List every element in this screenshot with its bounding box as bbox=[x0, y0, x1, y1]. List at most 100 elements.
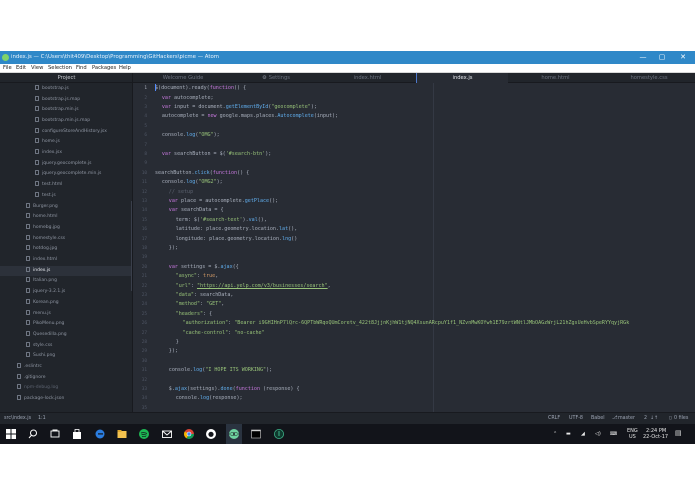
tree-item[interactable]: index.jsx bbox=[35, 148, 62, 159]
chrome-browser-icon[interactable] bbox=[183, 428, 195, 440]
menu-help[interactable]: Help bbox=[119, 64, 131, 73]
tree-item[interactable]: Italian.png bbox=[26, 276, 57, 287]
menu-view[interactable]: View bbox=[31, 64, 43, 73]
code-line[interactable]: var searchButton = $('#search-btn'); bbox=[162, 150, 271, 159]
code-line[interactable]: var autocomplete; bbox=[162, 94, 214, 103]
tree-item[interactable]: bootstrap.min.js.map bbox=[35, 116, 90, 127]
tray-network-icon[interactable]: ▬ bbox=[566, 431, 571, 437]
code-line[interactable]: longitude: place.geometry.location.lng() bbox=[176, 235, 298, 244]
tree-item[interactable]: jquery.geocomplete.js bbox=[35, 159, 91, 170]
tree-item[interactable]: jquery-3.2.1.js bbox=[26, 287, 65, 298]
code-line[interactable]: console.log(response); bbox=[176, 394, 243, 403]
code-line[interactable]: "method": "GET", bbox=[176, 300, 225, 309]
tree-item[interactable]: menu.js bbox=[26, 309, 51, 320]
minimize-button[interactable]: — bbox=[633, 51, 653, 64]
tree-item[interactable]: test.html bbox=[35, 180, 62, 191]
mail-icon[interactable] bbox=[161, 428, 173, 440]
file-icon bbox=[26, 320, 30, 326]
tree-item[interactable]: Korean.png bbox=[26, 298, 59, 309]
tree-item[interactable]: style.css bbox=[26, 341, 52, 352]
tree-item[interactable]: hotdog.jpg bbox=[26, 244, 57, 255]
code-line[interactable]: "async": true, bbox=[176, 272, 219, 281]
code-line[interactable]: var settings = $.ajax({ bbox=[169, 263, 239, 272]
tab-index-html[interactable]: index.html bbox=[319, 73, 416, 83]
tab-settings[interactable]: ⚙ Settings bbox=[233, 73, 319, 83]
windows-taskbar: ⌃ ▬ ◢ ◁) ⌨ ENG US 2:24 PM 22-Oct-17 ▤ bbox=[0, 424, 695, 444]
spotify-icon[interactable] bbox=[138, 428, 150, 440]
code-line[interactable]: $.ajax(settings).done(function (response… bbox=[169, 385, 300, 394]
code-token: : { bbox=[203, 310, 213, 317]
code-line[interactable]: searchButton.click(function() { bbox=[155, 169, 249, 178]
code-line[interactable]: console.log("OMG2"); bbox=[162, 178, 223, 187]
code-line[interactable]: console.log("OMG"); bbox=[162, 131, 220, 140]
code-line[interactable]: "data": searchData, bbox=[176, 291, 234, 300]
edge-browser-icon[interactable] bbox=[94, 428, 106, 440]
menu-edit[interactable]: Edit bbox=[16, 64, 26, 73]
tree-item[interactable]: Burger.png bbox=[26, 202, 58, 213]
menu-file[interactable]: File bbox=[3, 64, 12, 73]
tree-item[interactable]: PikoMenu.png bbox=[26, 319, 64, 330]
app-ring-icon[interactable] bbox=[273, 428, 285, 440]
atom-editor-icon[interactable] bbox=[228, 428, 240, 440]
tree-item[interactable]: Sushi.png bbox=[26, 351, 55, 362]
code-line[interactable]: "url": "https://api.yelp.com/v3/business… bbox=[176, 282, 331, 291]
tray-volume-icon[interactable]: ◁) bbox=[595, 431, 601, 437]
tree-item[interactable]: index.html bbox=[26, 255, 57, 266]
tree-item-label: Quesedilla.png bbox=[33, 331, 67, 337]
tab-home-html[interactable]: home.html bbox=[508, 73, 603, 83]
windows-start-icon[interactable] bbox=[5, 428, 17, 440]
tree-item[interactable]: bootstrap.js.map bbox=[35, 95, 80, 106]
close-button[interactable]: ✕ bbox=[673, 51, 693, 64]
code-line[interactable]: term: $('#search-text').val(), bbox=[176, 216, 267, 225]
code-line[interactable]: console.log("I HOPE ITS WORKING"); bbox=[169, 366, 272, 375]
tree-item[interactable]: npm-debug.log bbox=[17, 383, 58, 394]
code-line[interactable]: autocomplete = new google.maps.places.Au… bbox=[162, 112, 338, 121]
maximize-button[interactable]: ▢ bbox=[652, 51, 672, 64]
terminal-icon[interactable] bbox=[250, 428, 262, 440]
code-line[interactable]: }); bbox=[169, 347, 178, 356]
tree-item[interactable]: configureStoreAndHistory.jsx bbox=[35, 127, 107, 138]
tree-item[interactable]: bootstrap.min.js bbox=[35, 105, 79, 116]
tree-item[interactable]: home.html bbox=[26, 212, 57, 223]
tray-wifi-icon[interactable]: ◢ bbox=[581, 431, 585, 437]
tree-item[interactable]: test.js bbox=[35, 191, 56, 202]
clock-date[interactable]: 22-Oct-17 bbox=[643, 434, 668, 440]
tree-item[interactable]: jquery.geocomplete.min.js bbox=[35, 169, 101, 180]
file-explorer-icon[interactable] bbox=[116, 428, 128, 440]
tab-index-js[interactable]: index.js bbox=[416, 73, 508, 83]
menu-find[interactable]: Find bbox=[76, 64, 87, 73]
code-line[interactable]: }); bbox=[169, 244, 178, 253]
notification-center-icon[interactable]: ▤ bbox=[675, 430, 682, 437]
code-line[interactable]: var place = autocomplete.getPlace(); bbox=[169, 197, 278, 206]
search-icon[interactable] bbox=[27, 428, 39, 440]
tree-item[interactable]: home.js bbox=[35, 137, 60, 148]
tree-item[interactable]: homebg.jpg bbox=[26, 223, 60, 234]
tree-item[interactable]: package-lock.json bbox=[17, 394, 64, 405]
code-line[interactable]: // setup bbox=[169, 188, 193, 197]
tree-item[interactable]: .gitignore bbox=[17, 373, 46, 384]
tray-keyboard-icon[interactable]: ⌨ bbox=[610, 431, 617, 437]
tree-item[interactable]: Quesedilla.png bbox=[26, 330, 67, 341]
tree-item[interactable]: homestyle.css bbox=[26, 234, 65, 245]
tray-chevron-icon[interactable]: ⌃ bbox=[553, 431, 557, 437]
tab-welcome-guide[interactable]: Welcome Guide bbox=[133, 73, 233, 83]
github-desktop-icon[interactable] bbox=[205, 428, 217, 440]
code-line[interactable]: latitude: place.geometry.location.lat(), bbox=[176, 225, 298, 234]
code-token: log bbox=[186, 179, 196, 186]
code-line[interactable]: "authorization": "Bearer i9GHIHnP7lQrc-6… bbox=[183, 319, 630, 328]
store-icon[interactable] bbox=[71, 428, 83, 440]
code-line[interactable]: var searchData = { bbox=[169, 206, 224, 215]
task-view-icon[interactable] bbox=[49, 428, 61, 440]
code-editor[interactable]: 1 2 3 4 5 6 7 8 9 10 11 12 13 14 15 16 17 18 19 20 21 22 23 24 2… bbox=[133, 83, 695, 412]
tree-item[interactable]: bootstrap.js bbox=[35, 84, 69, 95]
code-line[interactable]: "cache-control": "no-cache" bbox=[183, 329, 265, 338]
code-line[interactable]: $(document).ready(function() { bbox=[155, 84, 246, 93]
code-line[interactable]: } bbox=[176, 338, 179, 347]
tab-homestyle-css[interactable]: homestyle.css bbox=[603, 73, 695, 83]
tree-item[interactable]: index.js bbox=[26, 266, 50, 277]
menu-packages[interactable]: Packages bbox=[92, 64, 116, 73]
code-line[interactable]: "headers": { bbox=[176, 310, 212, 319]
tree-item[interactable]: .eslintrc bbox=[17, 362, 42, 373]
menu-selection[interactable]: Selection bbox=[48, 64, 72, 73]
code-line[interactable]: var input = document.getElementById("geo… bbox=[162, 103, 317, 112]
